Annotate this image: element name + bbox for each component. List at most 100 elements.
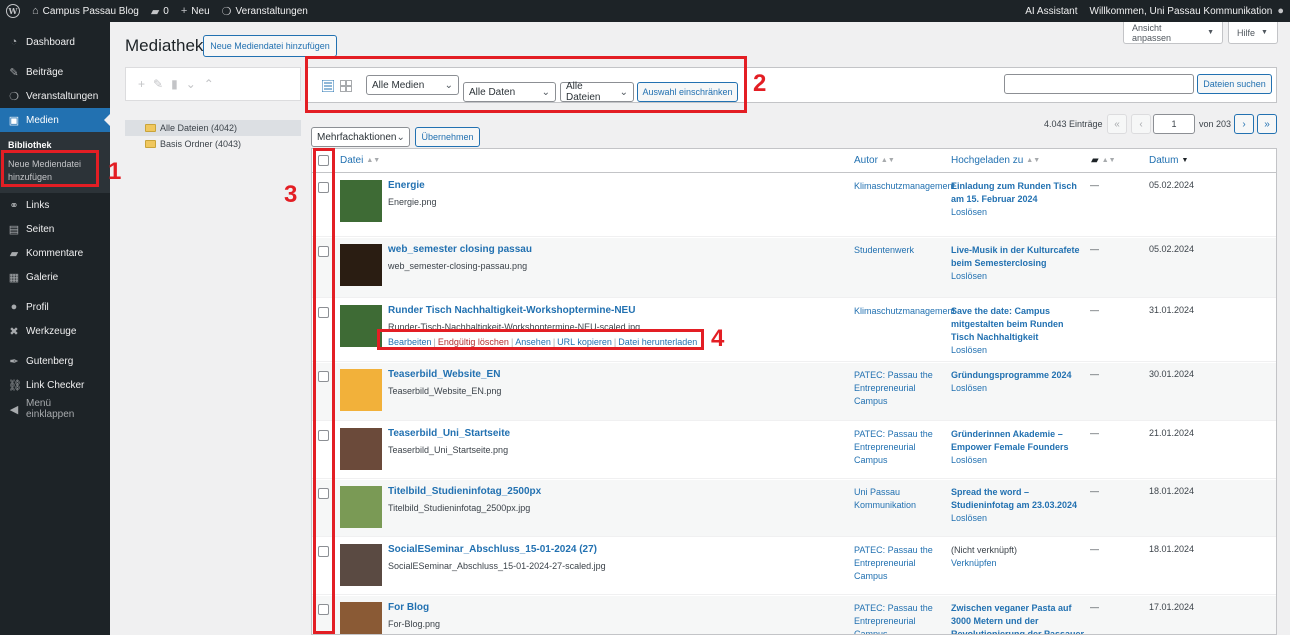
- chevron-down-icon[interactable]: ⌄: [186, 77, 196, 91]
- author-link[interactable]: PATEC: Passau the Entrepreneurial Campus: [854, 544, 942, 583]
- next-page-button[interactable]: ›: [1234, 114, 1254, 134]
- folder-all-files[interactable]: Alle Dateien (4042): [125, 120, 301, 136]
- plus-icon: +: [180, 5, 188, 17]
- account-menu[interactable]: Willkommen, Uni Passau Kommunikation ●: [1084, 0, 1290, 22]
- media-filename: web_semester-closing-passau.png: [388, 261, 528, 271]
- bulk-apply-button[interactable]: Übernehmen: [415, 127, 480, 147]
- media-thumbnail[interactable]: [340, 180, 382, 222]
- media-title-link[interactable]: Titelbild_Studieninfotag_2500px: [388, 486, 541, 497]
- sidebar-item-media[interactable]: ▣ Medien: [0, 108, 110, 132]
- column-file-header[interactable]: Datei ▲▼: [340, 155, 380, 166]
- media-thumbnail[interactable]: [340, 428, 382, 470]
- column-date-header[interactable]: Datum ▼: [1149, 155, 1188, 166]
- folder-base[interactable]: Basis Ordner (4043): [125, 136, 301, 152]
- author-link[interactable]: PATEC: Passau the Entrepreneurial Campus: [854, 428, 942, 467]
- media-title-link[interactable]: Teaserbild_Uni_Startseite: [388, 428, 510, 439]
- detach-link[interactable]: Loslösen: [951, 344, 1086, 357]
- sidebar-item-link-checker[interactable]: ⛓ Link Checker: [0, 373, 110, 397]
- comment-bubble-icon: ▰: [150, 5, 160, 18]
- sidebar-item-events[interactable]: ❍ Veranstaltungen: [0, 84, 110, 108]
- first-page-button[interactable]: «: [1107, 114, 1127, 134]
- annotation-number-2: 2: [753, 70, 767, 97]
- media-search-input[interactable]: [1004, 74, 1194, 94]
- media-thumbnail[interactable]: [340, 544, 382, 586]
- item-count: 4.043 Einträge: [1044, 119, 1103, 129]
- media-thumbnail[interactable]: [340, 244, 382, 286]
- media-filename: Titelbild_Studieninfotag_2500px.jpg: [388, 503, 531, 513]
- table-row: Titelbild_Studieninfotag_2500px Titelbil…: [312, 480, 1276, 537]
- column-attached-header[interactable]: Hochgeladen zu ▲▼: [951, 155, 1040, 166]
- sidebar-item-gallery[interactable]: ▦ Galerie: [0, 265, 110, 289]
- comments-link[interactable]: ▰ 0: [145, 0, 175, 22]
- attach-link[interactable]: Verknüpfen: [951, 557, 1086, 570]
- media-thumbnail[interactable]: [340, 602, 382, 634]
- detach-link[interactable]: Loslösen: [951, 512, 1086, 525]
- current-page-input[interactable]: 1: [1153, 114, 1195, 134]
- detach-link[interactable]: Loslösen: [951, 206, 1086, 219]
- upload-date: 21.01.2024: [1149, 428, 1195, 438]
- events-icon: ❍: [221, 5, 232, 18]
- ai-assistant-link[interactable]: AI Assistant: [1019, 0, 1083, 22]
- chevron-up-icon[interactable]: ⌃: [204, 77, 214, 91]
- sidebar-item-profile[interactable]: ● Profil: [0, 295, 110, 319]
- delete-folder-icon[interactable]: ▮: [171, 77, 178, 91]
- author-link[interactable]: Studentenwerk: [854, 244, 942, 257]
- user-avatar-icon: ●: [1277, 5, 1284, 17]
- site-name-link[interactable]: ⌂ Campus Passau Blog: [26, 0, 145, 22]
- media-title-link[interactable]: Teaserbild_Website_EN: [388, 369, 500, 380]
- media-title-link[interactable]: web_semester closing passau: [388, 244, 532, 255]
- author-link[interactable]: Klimaschutzmanagement: [854, 305, 955, 318]
- media-title-link[interactable]: Runder Tisch Nachhaltigkeit-Workshopterm…: [388, 305, 635, 316]
- not-attached-label: (Nicht verknüpft): [951, 545, 1018, 555]
- column-author-header[interactable]: Autor ▲▼: [854, 155, 895, 166]
- sidebar-item-links[interactable]: ⚭ Links: [0, 193, 110, 217]
- media-title-link[interactable]: For Blog: [388, 602, 429, 613]
- sidebar-item-comments[interactable]: ▰ Kommentare: [0, 241, 110, 265]
- add-folder-icon[interactable]: +: [138, 77, 145, 91]
- detach-link[interactable]: Loslösen: [951, 382, 1086, 395]
- help-button[interactable]: Hilfe ▼: [1228, 22, 1278, 44]
- prev-page-button[interactable]: ‹: [1131, 114, 1151, 134]
- media-filename: SocialESeminar_Abschluss_15-01-2024-27-s…: [388, 561, 606, 571]
- sidebar-item-dashboard[interactable]: ◔ Dashboard: [0, 30, 110, 54]
- author-link[interactable]: PATEC: Passau the Entrepreneurial Campus: [854, 369, 942, 408]
- upload-date: 18.01.2024: [1149, 486, 1195, 496]
- pin-icon: ✎: [9, 66, 19, 79]
- attached-post-link[interactable]: Spread the word – Studieninfotag am 23.0…: [951, 487, 1077, 510]
- detach-link[interactable]: Loslösen: [951, 454, 1086, 467]
- edit-folder-icon[interactable]: ✎: [153, 77, 163, 91]
- last-page-button[interactable]: »: [1257, 114, 1277, 134]
- detach-link[interactable]: Loslösen: [951, 270, 1086, 283]
- new-content-link[interactable]: + Neu: [175, 0, 216, 22]
- media-title-link[interactable]: SocialESeminar_Abschluss_15-01-2024 (27): [388, 544, 597, 555]
- sidebar-item-tools[interactable]: ✖ Werkzeuge: [0, 319, 110, 343]
- media-thumbnail[interactable]: [340, 305, 382, 347]
- attached-post-link[interactable]: Live-Musik in der Kulturcafete beim Seme…: [951, 245, 1080, 268]
- media-thumbnail[interactable]: [340, 486, 382, 528]
- attached-post-link[interactable]: Save the date: Campus mitgestalten beim …: [951, 306, 1064, 342]
- author-link[interactable]: Uni Passau Kommunikation: [854, 486, 942, 512]
- author-link[interactable]: PATEC: Passau the Entrepreneurial Campus: [854, 602, 942, 634]
- wp-logo-button[interactable]: W: [0, 0, 26, 22]
- media-icon: ▣: [8, 114, 20, 127]
- screen-options-button[interactable]: Ansicht anpassen ▼: [1123, 22, 1223, 44]
- collapse-menu-button[interactable]: ◀ Menü einklappen: [0, 397, 110, 421]
- attached-post-link[interactable]: Gründerinnen Akademie – Empower Female F…: [951, 429, 1069, 452]
- attached-post-link[interactable]: Zwischen veganer Pasta auf 3000 Metern u…: [951, 603, 1084, 634]
- attached-post-link[interactable]: Einladung zum Runden Tisch am 15. Februa…: [951, 181, 1077, 204]
- bulk-actions-select[interactable]: Mehrfachaktionen ⌄: [311, 127, 410, 147]
- sidebar-item-posts[interactable]: ✎ Beiträge: [0, 60, 110, 84]
- column-comments-header[interactable]: ▰ ▲▼: [1091, 155, 1116, 166]
- events-link[interactable]: ❍ Veranstaltungen: [216, 0, 314, 22]
- attached-to: Gründerinnen Akademie – Empower Female F…: [951, 428, 1086, 467]
- search-media-button[interactable]: Dateien suchen: [1197, 74, 1272, 94]
- media-title-link[interactable]: Energie: [388, 180, 425, 191]
- sidebar-item-gutenberg[interactable]: ✒ Gutenberg: [0, 349, 110, 373]
- author-link[interactable]: Klimaschutzmanagement: [854, 180, 955, 193]
- attached-post-link[interactable]: Gründungsprogramme 2024: [951, 370, 1072, 380]
- add-media-button[interactable]: Neue Mediendatei hinzufügen: [203, 35, 337, 57]
- dashboard-icon: ◔: [10, 36, 18, 48]
- sidebar-item-pages[interactable]: ▤ Seiten: [0, 217, 110, 241]
- media-thumbnail[interactable]: [340, 369, 382, 411]
- table-row: Teaserbild_Uni_Startseite Teaserbild_Uni…: [312, 422, 1276, 479]
